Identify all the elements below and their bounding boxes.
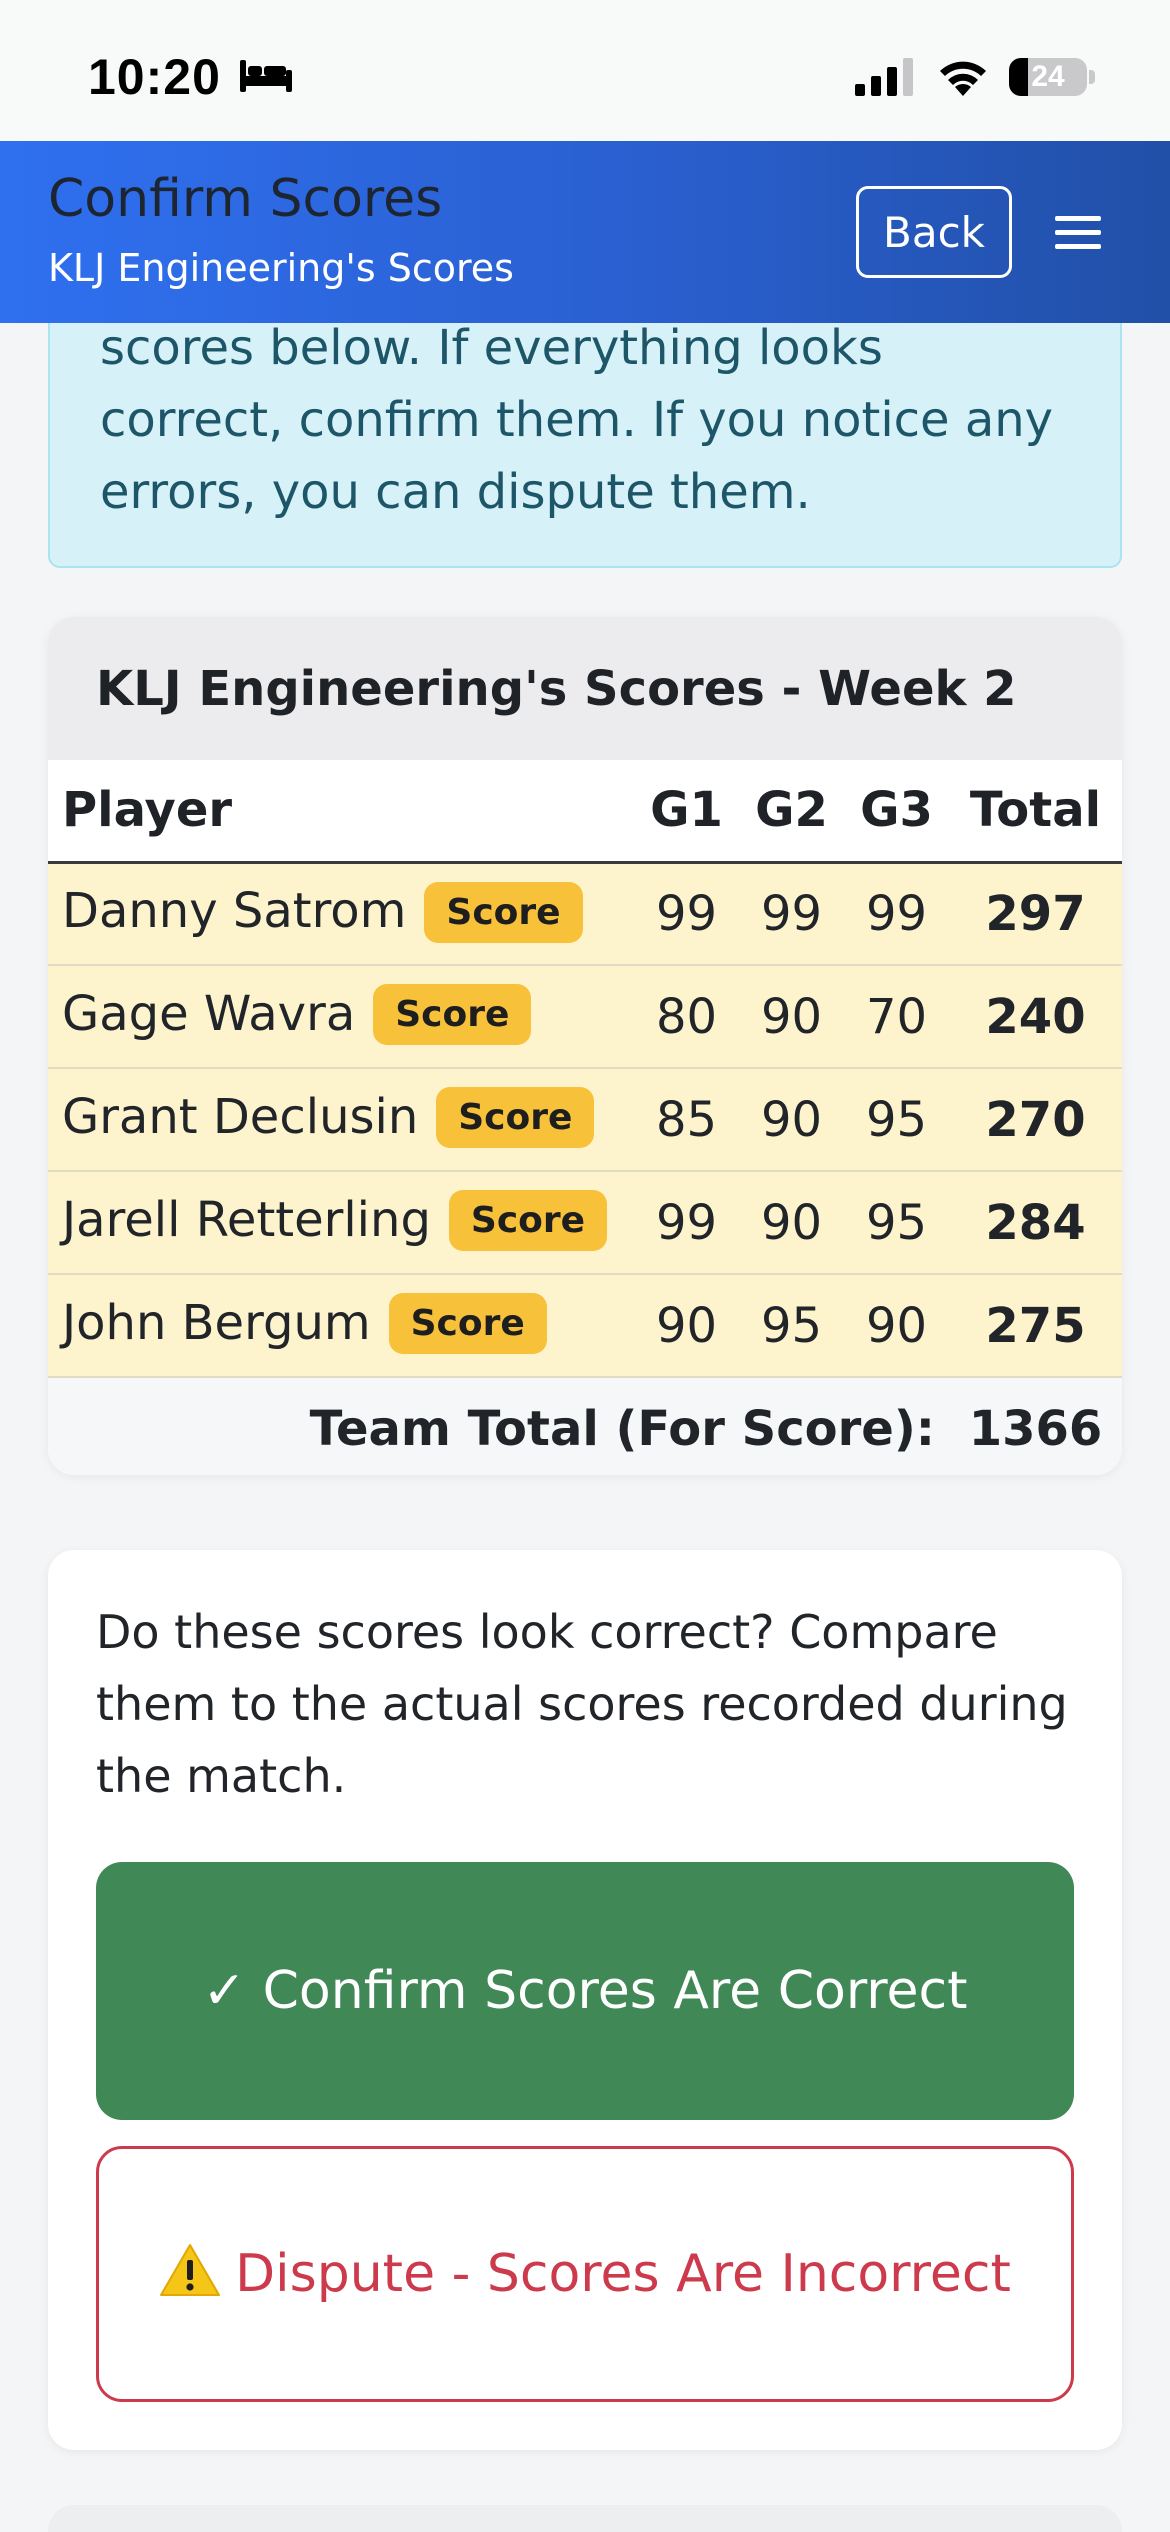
dispute-scores-button[interactable]: Dispute - Scores Are Incorrect [96, 2146, 1074, 2402]
scores-card-title: KLJ Engineering's Scores - Week 2 [48, 617, 1122, 760]
battery-level-text: 24 [1031, 60, 1065, 93]
page-subtitle: KLJ Engineering's Scores [48, 246, 514, 290]
score-badge[interactable]: Score [373, 984, 532, 1046]
player-cell: Jarell Retterling Score [48, 1171, 634, 1275]
battery-icon: 24 [1009, 58, 1087, 96]
column-header-g1: G1 [634, 760, 739, 864]
column-header-total: Total [949, 760, 1122, 864]
g2-cell: 95 [739, 1274, 844, 1378]
scores-table-header: Player G1 G2 G3 Total [48, 760, 1122, 864]
warning-icon [160, 2244, 221, 2296]
total-cell: 297 [949, 862, 1122, 966]
team-total-label: Team Total (For Score): [48, 1377, 949, 1475]
g3-cell: 90 [844, 1274, 949, 1378]
g1-cell: 99 [634, 862, 739, 966]
next-card-peek [48, 2505, 1122, 2532]
total-cell: 240 [949, 965, 1122, 1069]
player-cell: John Bergum Score [48, 1274, 634, 1378]
app-header: Confirm Scores KLJ Engineering's Scores … [0, 141, 1170, 323]
status-bar: 10:20 24 [0, 0, 1170, 141]
score-badge[interactable]: Score [424, 881, 583, 943]
status-time: 10:20 [88, 49, 221, 105]
score-badge[interactable]: Score [388, 1293, 547, 1355]
g2-cell: 90 [739, 1068, 844, 1172]
signal-icon [855, 58, 913, 96]
g2-cell: 90 [739, 1171, 844, 1275]
player-name: Danny Satrom [62, 883, 407, 939]
g3-cell: 99 [844, 862, 949, 966]
total-cell: 284 [949, 1171, 1122, 1275]
battery-cap [1089, 70, 1095, 84]
g2-cell: 90 [739, 965, 844, 1069]
bed-icon [240, 60, 292, 92]
g3-cell: 95 [844, 1068, 949, 1172]
g1-cell: 99 [634, 1171, 739, 1275]
info-alert-text: scores below. If everything looks correc… [100, 320, 1054, 520]
score-badge[interactable]: Score [448, 1190, 608, 1252]
confirm-scores-button[interactable]: ✓ Confirm Scores Are Correct [96, 1862, 1074, 2120]
menu-icon[interactable] [1055, 213, 1101, 253]
scores-card: KLJ Engineering's Scores - Week 2 Player… [48, 617, 1122, 1475]
g1-cell: 85 [634, 1068, 739, 1172]
player-name: Grant Declusin [62, 1088, 419, 1145]
confirm-prompt: Do these scores look correct? Compare th… [96, 1605, 1068, 1803]
g3-cell: 95 [844, 1171, 949, 1275]
total-cell: 275 [949, 1274, 1122, 1378]
column-header-g2: G2 [739, 760, 844, 864]
g2-cell: 99 [739, 862, 844, 966]
table-row: Gage Wavra Score 80 90 70 240 [48, 965, 1122, 1069]
team-total-value: 1366 [949, 1377, 1122, 1475]
team-total-row: Team Total (For Score): 1366 [48, 1377, 1122, 1475]
table-row: Grant Declusin Score 85 90 95 270 [48, 1068, 1122, 1172]
score-badge[interactable]: Score [436, 1087, 595, 1149]
dispute-scores-label-wrap: Dispute - Scores Are Incorrect [159, 2235, 1011, 2313]
wifi-icon [940, 61, 986, 96]
player-cell: Danny Satrom Score [48, 862, 634, 966]
column-header-player: Player [48, 760, 634, 864]
total-cell: 270 [949, 1068, 1122, 1172]
player-name: John Bergum [62, 1294, 371, 1351]
g1-cell: 90 [634, 1274, 739, 1378]
back-button[interactable]: Back [856, 186, 1012, 278]
page-title: Confirm Scores [48, 169, 443, 229]
player-cell: Gage Wavra Score [48, 965, 634, 1069]
g1-cell: 80 [634, 965, 739, 1069]
table-row: Jarell Retterling Score 99 90 95 284 [48, 1171, 1122, 1275]
table-row: John Bergum Score 90 95 90 275 [48, 1274, 1122, 1378]
player-cell: Grant Declusin Score [48, 1068, 634, 1172]
player-name: Gage Wavra [62, 985, 356, 1042]
player-name: Jarell Retterling [62, 1191, 431, 1248]
column-header-g3: G3 [844, 760, 949, 864]
scores-table: Player G1 G2 G3 Total Danny Satrom Score … [48, 760, 1122, 1475]
confirm-card: Do these scores look correct? Compare th… [48, 1550, 1122, 2450]
confirm-scores-label: ✓ Confirm Scores Are Correct [202, 1961, 968, 2021]
dispute-scores-label: Dispute - Scores Are Incorrect [235, 2244, 1011, 2304]
g3-cell: 70 [844, 965, 949, 1069]
table-row: Danny Satrom Score 99 99 99 297 [48, 862, 1122, 966]
